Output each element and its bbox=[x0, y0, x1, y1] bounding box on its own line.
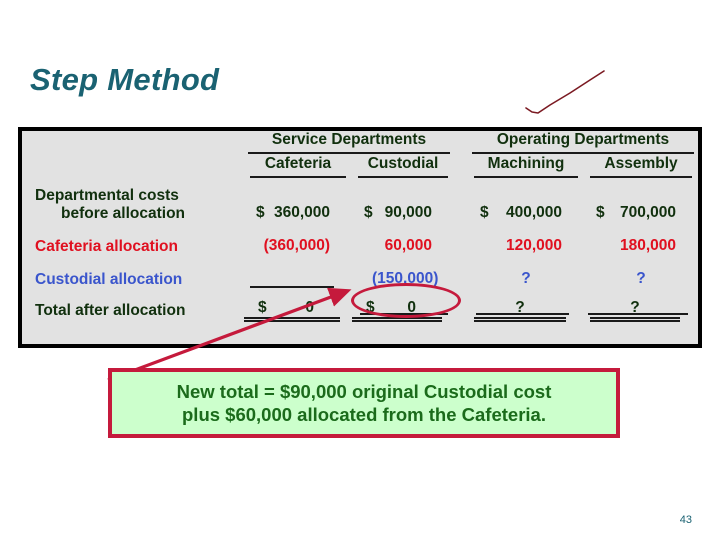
cell-cafeteria-allocation-machining: 120,000 bbox=[505, 237, 562, 254]
column-gap-cell bbox=[454, 155, 468, 178]
currency-sign: $ bbox=[258, 299, 267, 316]
cell-before-custodial: $90,000 bbox=[364, 204, 432, 221]
subtotal-rule-machining bbox=[476, 313, 569, 315]
column-header-custodial: Custodial bbox=[352, 155, 454, 178]
row-gap-cell bbox=[454, 222, 468, 255]
subtotal-rule-assembly bbox=[588, 313, 688, 315]
table-row: Custodial allocation (150,000) ? ? bbox=[22, 255, 698, 288]
column-header-row: Cafeteria Custodial Machining Assembly bbox=[22, 155, 698, 178]
row-label-total-after-allocation: Total after allocation bbox=[35, 301, 186, 319]
column-header-cafeteria: Cafeteria bbox=[244, 155, 352, 178]
row-gap-cell bbox=[454, 255, 468, 288]
callout-line-1: New total = $90,000 original Custodial c… bbox=[176, 380, 552, 402]
page-title: Step Method bbox=[30, 62, 220, 97]
cell-custodial-allocation-assembly: ? bbox=[636, 270, 646, 287]
group-header-row: Service Departments Operating Department… bbox=[22, 131, 698, 155]
group-header-operating-departments: Operating Departments bbox=[468, 131, 698, 155]
table-row: Cafeteria allocation (360,000) 60,000 12… bbox=[22, 222, 698, 255]
column-header-machining: Machining bbox=[468, 155, 584, 178]
cell-total-cafeteria: $0 bbox=[244, 288, 352, 322]
empty-corner-cell bbox=[22, 131, 244, 155]
subtotal-rule-custodial bbox=[360, 313, 448, 315]
cell-cafeteria-allocation-cafeteria: (360,000) bbox=[263, 237, 330, 254]
cell-cafeteria-allocation-assembly: 180,000 bbox=[619, 237, 677, 254]
group-header-service-departments: Service Departments bbox=[244, 131, 454, 155]
cell-custodial-allocation-cafeteria bbox=[244, 255, 352, 288]
group-header-service-departments-label: Service Departments bbox=[248, 131, 450, 154]
group-header-operating-departments-label: Operating Departments bbox=[472, 131, 695, 154]
empty-corner-cell-2 bbox=[22, 155, 244, 178]
row-label-departmental-costs: Departmental costs before allocation bbox=[22, 178, 244, 222]
row-label-cafeteria-allocation: Cafeteria allocation bbox=[35, 237, 178, 255]
cell-cafeteria-allocation-custodial: 60,000 bbox=[384, 237, 432, 254]
cell-before-assembly: $700,000 bbox=[596, 204, 677, 221]
currency-sign: $ bbox=[480, 204, 489, 221]
callout-line-2: plus $60,000 allocated from the Cafeteri… bbox=[182, 404, 546, 425]
currency-sign: $ bbox=[596, 204, 605, 221]
group-gap-cell bbox=[454, 131, 468, 155]
row-label-custodial-allocation: Custodial allocation bbox=[35, 270, 183, 288]
callout-box: New total = $90,000 original Custodial c… bbox=[108, 368, 620, 438]
table-row: Departmental costs before allocation $36… bbox=[22, 178, 698, 222]
row-label-line2: before allocation bbox=[61, 204, 186, 222]
cell-before-cafeteria: $360,000 bbox=[256, 204, 330, 221]
cell-custodial-allocation-machining: ? bbox=[521, 270, 531, 287]
row-gap-cell bbox=[454, 178, 468, 222]
column-header-assembly: Assembly bbox=[584, 155, 698, 178]
currency-sign: $ bbox=[256, 204, 265, 221]
currency-sign: $ bbox=[364, 204, 373, 221]
cell-custodial-allocation-custodial: (150,000) bbox=[372, 270, 439, 287]
row-label-line1: Departmental costs bbox=[35, 187, 179, 205]
step-method-allocation-table: Service Departments Operating Department… bbox=[22, 131, 698, 322]
row-gap-cell bbox=[454, 288, 468, 319]
page-number: 43 bbox=[679, 514, 692, 526]
pen-stroke-mark bbox=[525, 70, 605, 114]
cell-before-machining: $400,000 bbox=[480, 204, 562, 221]
